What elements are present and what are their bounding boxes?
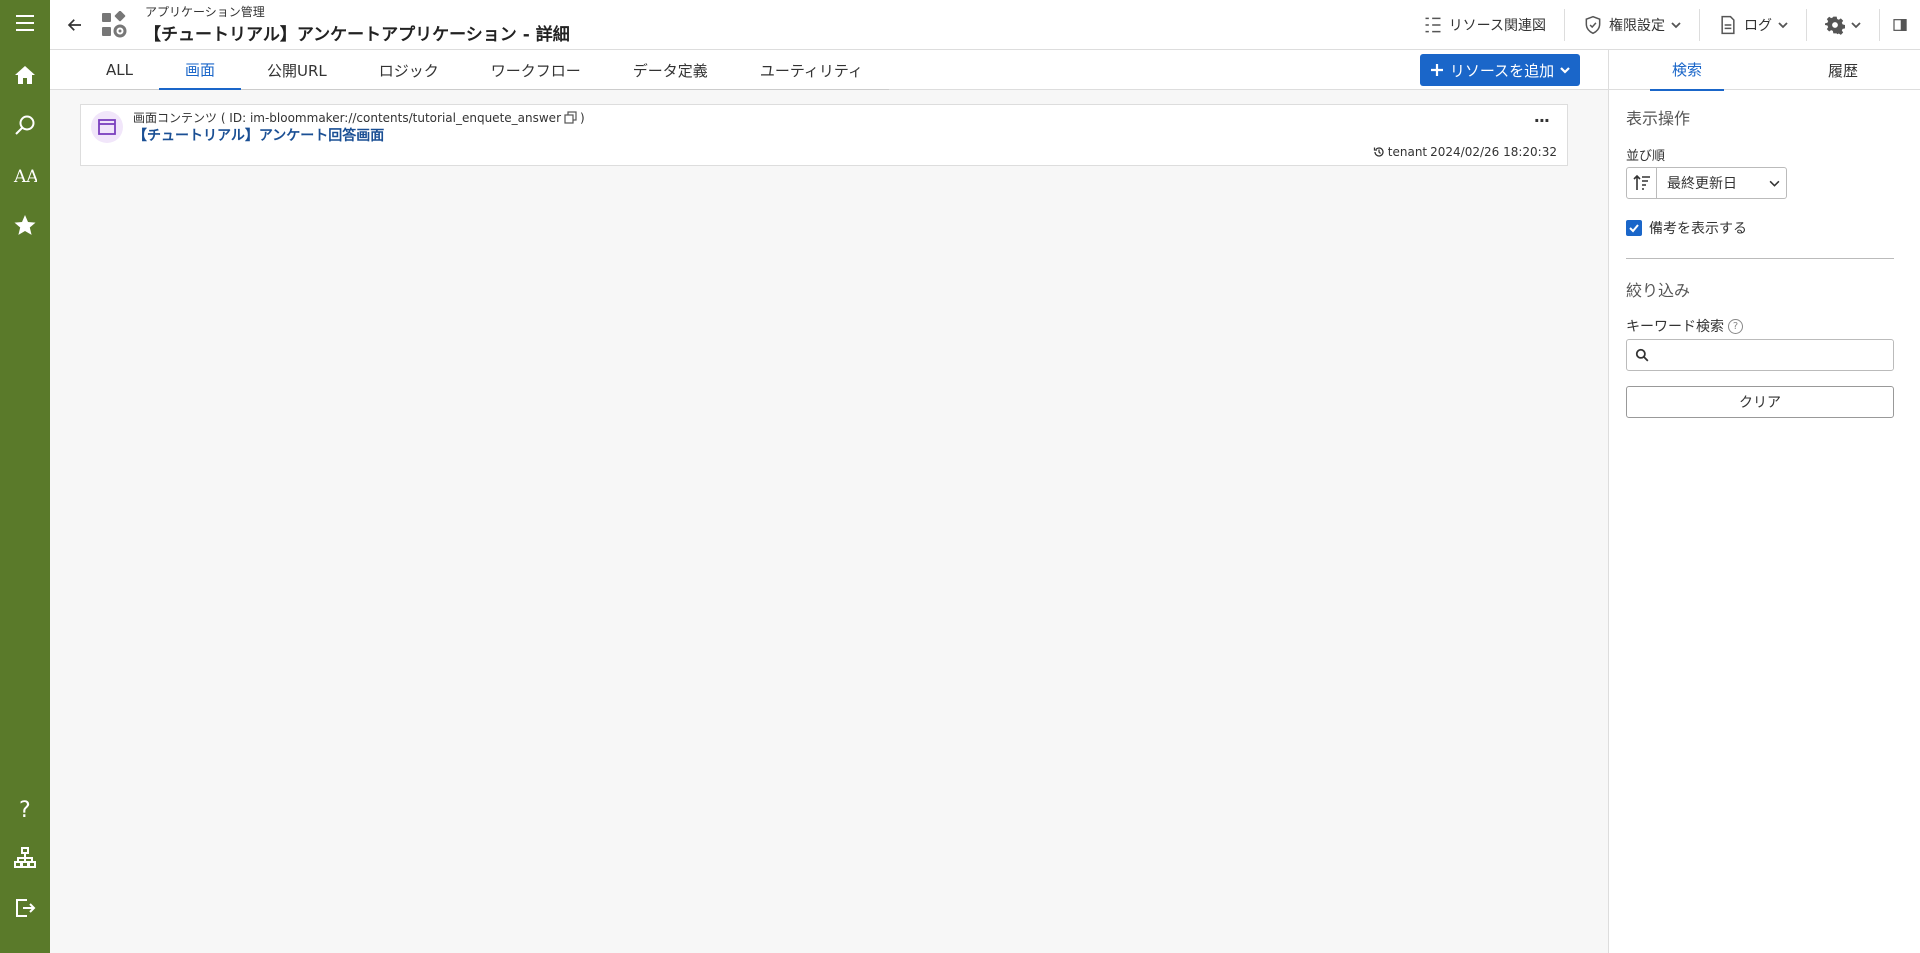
resource-id-text: 画面コンテンツ ( ID: im-bloommaker://contents/t… bbox=[133, 111, 561, 125]
help-icon[interactable]: ? bbox=[1728, 318, 1743, 334]
keyword-search-field[interactable] bbox=[1626, 339, 1894, 371]
chevron-down-icon bbox=[1671, 21, 1681, 28]
font-button[interactable]: AA bbox=[0, 152, 50, 198]
help-button[interactable]: ? bbox=[0, 785, 50, 831]
shield-icon bbox=[1585, 15, 1601, 34]
main-content: 画面コンテンツ ( ID: im-bloommaker://contents/t… bbox=[50, 90, 1608, 953]
tab-history[interactable]: 履歴 bbox=[1765, 50, 1920, 90]
history-icon bbox=[1373, 147, 1384, 157]
permissions-label: 権限設定 bbox=[1609, 17, 1665, 34]
show-notes-checkbox[interactable] bbox=[1626, 220, 1642, 236]
resource-card[interactable]: 画面コンテンツ ( ID: im-bloommaker://contents/t… bbox=[80, 104, 1568, 166]
application-icon bbox=[100, 10, 128, 39]
search-button[interactable] bbox=[0, 102, 50, 148]
sort-direction-icon[interactable] bbox=[1627, 168, 1657, 198]
settings-button[interactable] bbox=[1807, 8, 1880, 41]
sort-label: 並び順 bbox=[1626, 149, 1666, 164]
resource-tabs: ALL 画面 公開URL ロジック ワークフロー データ定義 ユーティリティ bbox=[80, 50, 890, 90]
resource-map-button[interactable]: リソース関連図 bbox=[1405, 8, 1565, 41]
add-resource-label: リソースを追加 bbox=[1449, 61, 1555, 80]
search-icon bbox=[15, 115, 35, 135]
resource-map-label: リソース関連図 bbox=[1448, 17, 1546, 34]
permissions-button[interactable]: 権限設定 bbox=[1565, 8, 1700, 41]
svg-text:AA: AA bbox=[13, 167, 37, 187]
updated-user: tenant bbox=[1387, 145, 1428, 159]
log-icon bbox=[1721, 15, 1735, 34]
keyword-label: キーワード検索 bbox=[1626, 319, 1724, 335]
add-resource-button[interactable]: リソースを追加 bbox=[1420, 54, 1580, 86]
right-panel-tabs: 検索 履歴 bbox=[1609, 49, 1920, 91]
tab-search-label: 検索 bbox=[1649, 49, 1724, 91]
help-icon: ? bbox=[19, 798, 31, 820]
back-button[interactable] bbox=[62, 12, 88, 38]
log-button[interactable]: ログ bbox=[1700, 8, 1807, 41]
plus-icon bbox=[1430, 64, 1443, 76]
chevron-down-icon bbox=[1769, 180, 1779, 187]
home-icon bbox=[15, 66, 35, 84]
page-header: アプリケーション管理 【チュートリアル】アンケートアプリケーション - 詳細 リ… bbox=[50, 0, 1920, 50]
sort-select[interactable]: 最終更新日 bbox=[1626, 167, 1787, 199]
search-icon bbox=[1635, 348, 1649, 362]
menu-icon bbox=[16, 15, 34, 31]
panel-toggle-icon bbox=[1893, 18, 1907, 31]
check-icon bbox=[1629, 224, 1639, 233]
resource-map-icon bbox=[1425, 17, 1441, 32]
sort-value: 最終更新日 bbox=[1667, 176, 1737, 192]
copy-icon[interactable] bbox=[564, 111, 577, 124]
right-panel: 検索 履歴 表示操作 並び順 最終更新日 備考を表示する 絞り込み キーワード検… bbox=[1608, 50, 1920, 953]
toggle-panel-button[interactable] bbox=[1880, 9, 1920, 41]
tab-public-url[interactable]: 公開URL bbox=[241, 50, 353, 90]
tab-all[interactable]: ALL bbox=[80, 50, 159, 90]
resource-update-info: tenant 2024/02/26 18:20:32 bbox=[1373, 145, 1557, 159]
screen-content-icon bbox=[91, 111, 123, 143]
tab-screen[interactable]: 画面 bbox=[158, 50, 241, 90]
gear-icon bbox=[1825, 16, 1845, 35]
clear-button[interactable]: クリア bbox=[1626, 386, 1894, 418]
sitemap-icon bbox=[14, 847, 36, 868]
divider bbox=[1626, 258, 1894, 259]
resource-type-label: 画面コンテンツ ( ID: im-bloommaker://contents/t… bbox=[133, 109, 585, 126]
tab-workflow[interactable]: ワークフロー bbox=[465, 50, 607, 90]
resource-name-link[interactable]: 【チュートリアル】アンケート回答画面 bbox=[133, 125, 384, 145]
breadcrumb[interactable]: アプリケーション管理 bbox=[145, 3, 265, 20]
resource-tabbar: ALL 画面 公開URL ロジック ワークフロー データ定義 ユーティリティ リ… bbox=[50, 50, 1608, 90]
tab-history-label: 履歴 bbox=[1827, 61, 1858, 80]
display-section-title: 表示操作 bbox=[1626, 109, 1691, 128]
logout-button[interactable] bbox=[0, 885, 50, 931]
arrow-left-icon bbox=[67, 19, 81, 31]
header-actions: リソース関連図 権限設定 ログ bbox=[1405, 0, 1920, 49]
keyword-label-row: キーワード検索 ? bbox=[1626, 316, 1743, 336]
resource-id-close: ) bbox=[580, 110, 585, 125]
left-sidebar: AA ? bbox=[0, 0, 50, 953]
font-icon: AA bbox=[13, 167, 37, 187]
menu-button[interactable] bbox=[0, 0, 50, 46]
updated-datetime: 2024/02/26 18:20:32 bbox=[1430, 145, 1557, 159]
star-icon bbox=[14, 215, 36, 235]
tab-data-definition[interactable]: データ定義 bbox=[607, 50, 734, 90]
chevron-down-icon bbox=[1560, 67, 1570, 74]
show-notes-label[interactable]: 備考を表示する bbox=[1649, 218, 1747, 238]
show-notes-row: 備考を表示する bbox=[1626, 218, 1747, 238]
tab-search[interactable]: 検索 bbox=[1609, 49, 1765, 91]
chevron-down-icon bbox=[1851, 21, 1861, 28]
filter-section-title: 絞り込み bbox=[1626, 281, 1691, 300]
keyword-search-input[interactable] bbox=[1655, 341, 1893, 369]
svg-text:?: ? bbox=[19, 798, 31, 820]
logout-icon bbox=[16, 899, 36, 917]
favorites-button[interactable] bbox=[0, 202, 50, 248]
sitemap-button[interactable] bbox=[0, 835, 50, 881]
chevron-down-icon bbox=[1778, 21, 1788, 28]
tab-utility[interactable]: ユーティリティ bbox=[734, 50, 889, 90]
log-label: ログ bbox=[1744, 17, 1772, 34]
more-options-icon[interactable]: ··· bbox=[1534, 111, 1550, 130]
page-title: 【チュートリアル】アンケートアプリケーション - 詳細 bbox=[144, 25, 570, 45]
home-button[interactable] bbox=[0, 52, 50, 98]
tab-logic[interactable]: ロジック bbox=[353, 50, 465, 90]
